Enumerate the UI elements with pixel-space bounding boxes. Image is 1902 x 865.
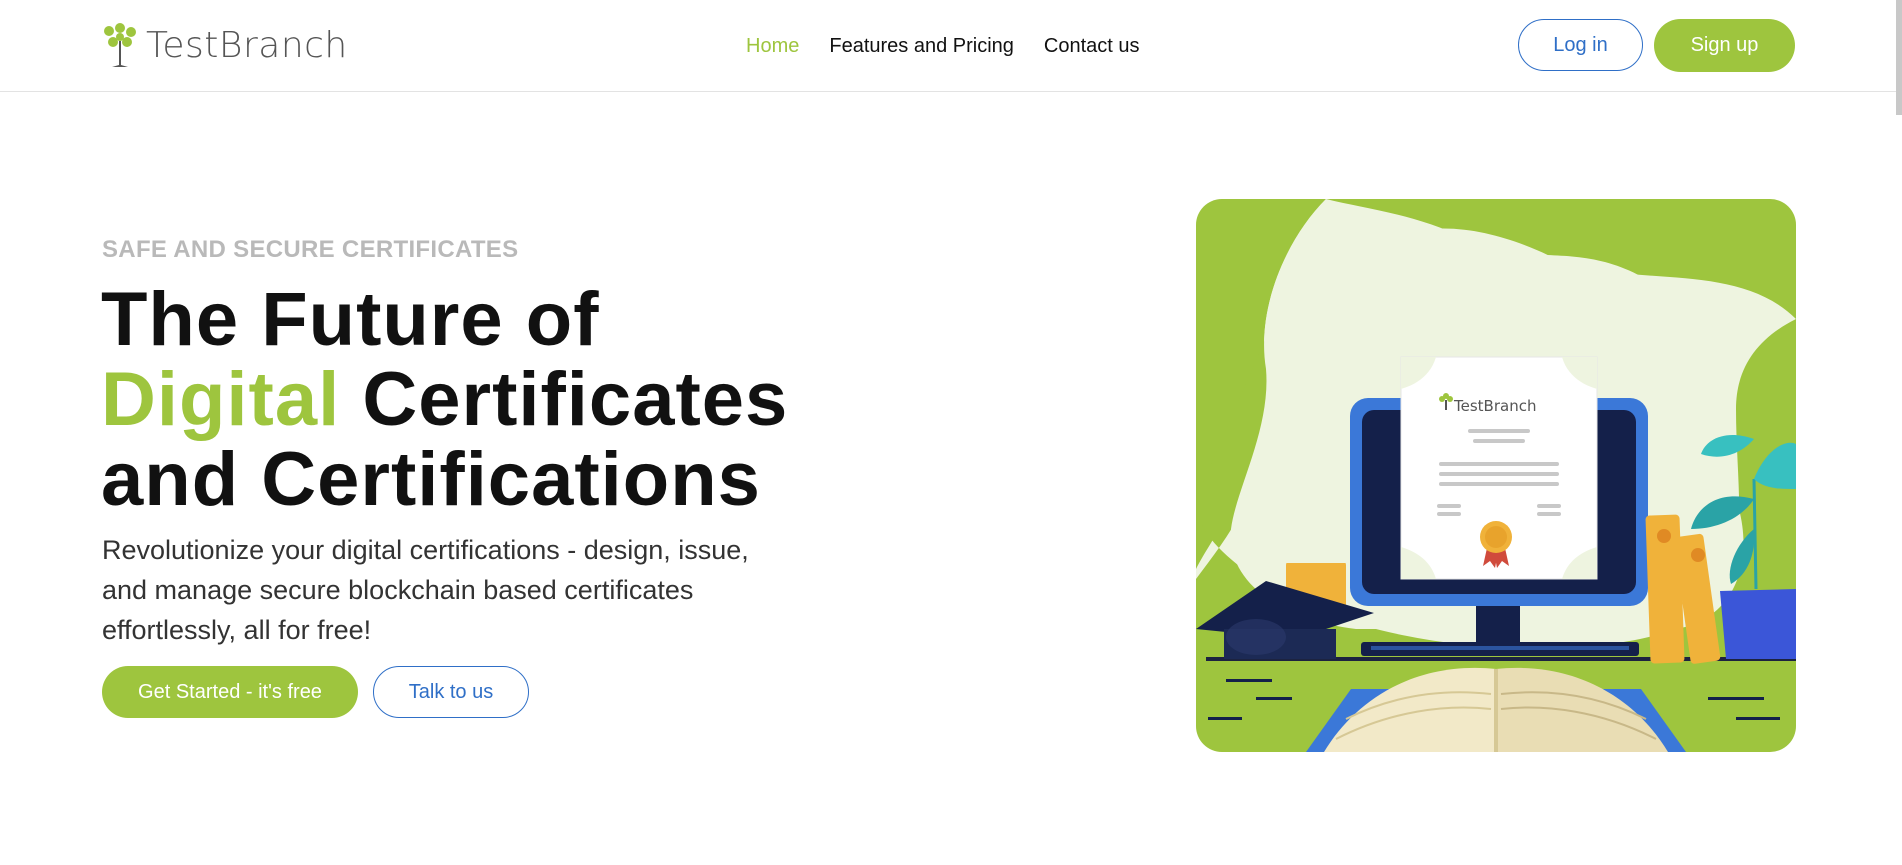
logo[interactable]: TestBranch: [102, 22, 348, 70]
talk-to-us-button[interactable]: Talk to us: [373, 666, 529, 718]
certificate-logo-text: TestBranch: [1453, 397, 1536, 415]
hero-illustration: TestBranch: [1196, 199, 1796, 752]
logo-text: TestBranch: [146, 25, 348, 66]
hero-title-line2: Certificates: [340, 357, 789, 442]
get-started-button[interactable]: Get Started - it's free: [102, 666, 358, 718]
nav-home[interactable]: Home: [746, 32, 799, 60]
hero-eyebrow: SAFE AND SECURE CERTIFICATES: [102, 236, 519, 263]
tree-logo-icon: [104, 23, 136, 67]
nav-features-pricing[interactable]: Features and Pricing: [829, 32, 1014, 60]
signup-button[interactable]: Sign up: [1654, 19, 1795, 72]
hero-title-accent: Digital: [101, 357, 341, 442]
hero-title-line3: and Certifications: [101, 437, 761, 522]
hero-title-line1: The Future of: [101, 277, 600, 362]
certificate-illustration: TestBranch: [1196, 199, 1796, 752]
hero-title: The Future of Digital Certificates and C…: [101, 280, 788, 520]
main-nav: Home Features and Pricing Contact us: [746, 32, 1170, 60]
scrollbar-thumb[interactable]: [1896, 0, 1902, 115]
hero-subtitle: Revolutionize your digital certification…: [102, 535, 749, 645]
site-header: TestBranch Home Features and Pricing Con…: [0, 0, 1902, 92]
nav-contact[interactable]: Contact us: [1044, 32, 1140, 60]
login-button[interactable]: Log in: [1518, 19, 1643, 71]
